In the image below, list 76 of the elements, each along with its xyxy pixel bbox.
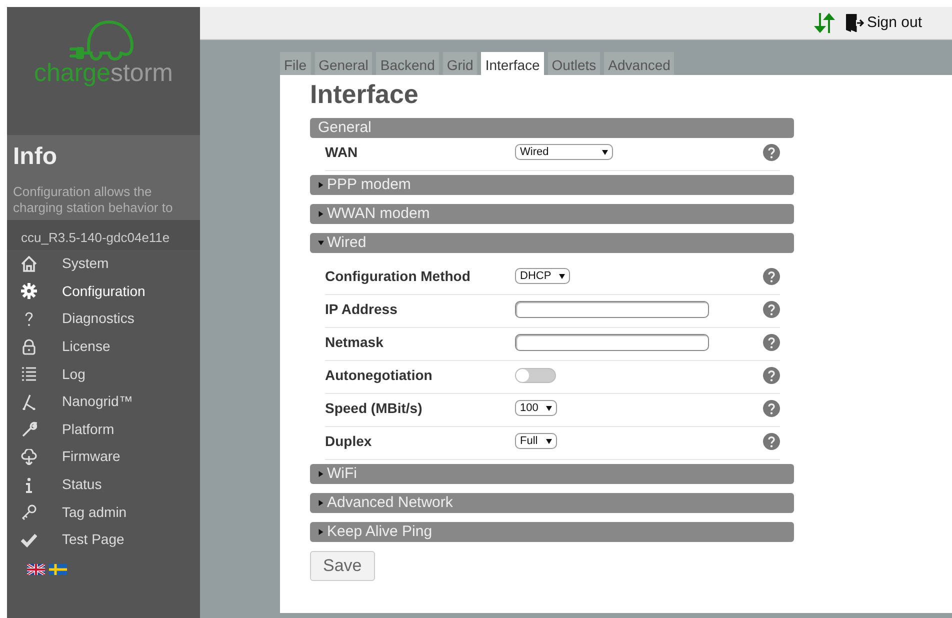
dropdown[interactable]: 100 bbox=[515, 400, 558, 416]
sidebar-item[interactable]: Status bbox=[21, 470, 102, 498]
tab[interactable]: File bbox=[280, 52, 311, 75]
uk-flag-icon[interactable] bbox=[27, 564, 45, 575]
input-field[interactable] bbox=[515, 300, 709, 318]
caret-down-icon bbox=[559, 274, 566, 279]
sidebar-item[interactable]: Firmware bbox=[21, 443, 120, 471]
wrench-icon bbox=[21, 421, 37, 438]
help-icon[interactable] bbox=[763, 300, 780, 318]
key-icon bbox=[21, 504, 37, 520]
brand-name: chargestorm bbox=[34, 61, 173, 86]
sidebar-item[interactable]: Nanogrid™ bbox=[21, 388, 133, 416]
dropdown[interactable]: Wired bbox=[515, 144, 613, 160]
section-header[interactable]: PPP modem bbox=[310, 175, 794, 196]
tab[interactable]: Advanced bbox=[604, 52, 674, 75]
section-header[interactable]: WWAN modem bbox=[310, 204, 794, 224]
house-icon bbox=[21, 256, 37, 272]
caret-down-icon bbox=[546, 406, 552, 411]
page-title: Interface bbox=[310, 79, 420, 110]
help-icon[interactable] bbox=[763, 334, 780, 351]
padlock-icon bbox=[21, 338, 37, 355]
sidebar-item[interactable]: Log bbox=[21, 360, 86, 388]
sign-out-link[interactable]: Sign out bbox=[844, 12, 922, 34]
caret-right-icon bbox=[318, 210, 324, 218]
info-title: Info bbox=[13, 143, 58, 172]
help-icon[interactable] bbox=[763, 366, 780, 384]
branch-icon bbox=[21, 394, 37, 410]
field-label: Configuration Method bbox=[325, 266, 472, 286]
transfer-arrows-icon[interactable] bbox=[812, 13, 835, 33]
section-header: General bbox=[310, 118, 794, 138]
sidebar-item[interactable]: Platform bbox=[21, 416, 114, 444]
tab[interactable]: Grid bbox=[442, 52, 478, 75]
sidebar-item[interactable]: Test Page bbox=[21, 526, 124, 554]
tab[interactable]: Outlets bbox=[548, 52, 600, 75]
caret-down-icon bbox=[546, 438, 552, 444]
section-header[interactable]: Advanced Network bbox=[310, 493, 794, 514]
field-label: Netmask bbox=[325, 332, 384, 352]
section-header[interactable]: WiFi bbox=[310, 464, 794, 484]
caret-right-icon bbox=[318, 528, 324, 536]
dropdown[interactable]: Full bbox=[515, 433, 557, 450]
field-label: Duplex bbox=[325, 432, 373, 451]
cloud-upload-icon bbox=[21, 448, 37, 465]
caret-right-icon bbox=[318, 499, 324, 508]
caret-right-icon bbox=[318, 470, 324, 478]
help-icon[interactable] bbox=[763, 144, 780, 161]
sidebar-item[interactable]: License bbox=[21, 332, 110, 360]
caret-down-icon bbox=[602, 150, 608, 155]
sidebar-item[interactable]: Diagnostics bbox=[21, 305, 134, 333]
caret-right-icon bbox=[318, 181, 324, 190]
tab[interactable]: Backend bbox=[376, 52, 439, 75]
info-description: Configuration allows the charging station behavior to bbox=[13, 184, 174, 216]
sidebar-item[interactable]: Configuration bbox=[21, 278, 146, 306]
field-label: IP Address bbox=[325, 300, 398, 319]
help-icon[interactable] bbox=[763, 432, 780, 450]
sidebar-item[interactable]: System bbox=[21, 250, 109, 278]
save-button[interactable]: Save bbox=[310, 551, 375, 581]
list-icon bbox=[21, 366, 37, 382]
input-field[interactable] bbox=[515, 334, 709, 351]
tab[interactable]: Interface bbox=[481, 52, 544, 75]
section-header[interactable]: Wired bbox=[310, 233, 794, 254]
version-label: ccu_R3.5-140-gdc04e11e bbox=[21, 230, 170, 245]
section-header[interactable]: Keep Alive Ping bbox=[310, 522, 794, 542]
sweden-flag-icon[interactable] bbox=[49, 564, 67, 575]
help-icon[interactable] bbox=[763, 400, 780, 417]
door-exit-icon bbox=[844, 13, 865, 33]
caret-down-icon bbox=[318, 239, 324, 248]
field-label: Autonegotiation bbox=[325, 366, 434, 385]
sidebar-item[interactable]: Tag admin bbox=[21, 498, 127, 526]
field-label: Speed (MBit/s) bbox=[325, 398, 424, 418]
check-icon bbox=[21, 532, 37, 548]
toggle-switch[interactable] bbox=[515, 368, 556, 383]
tab[interactable]: General bbox=[314, 52, 372, 75]
help-icon[interactable] bbox=[763, 268, 780, 285]
field-label: WAN bbox=[325, 142, 359, 162]
gear-icon bbox=[21, 283, 37, 300]
dropdown[interactable]: DHCP bbox=[515, 268, 570, 284]
